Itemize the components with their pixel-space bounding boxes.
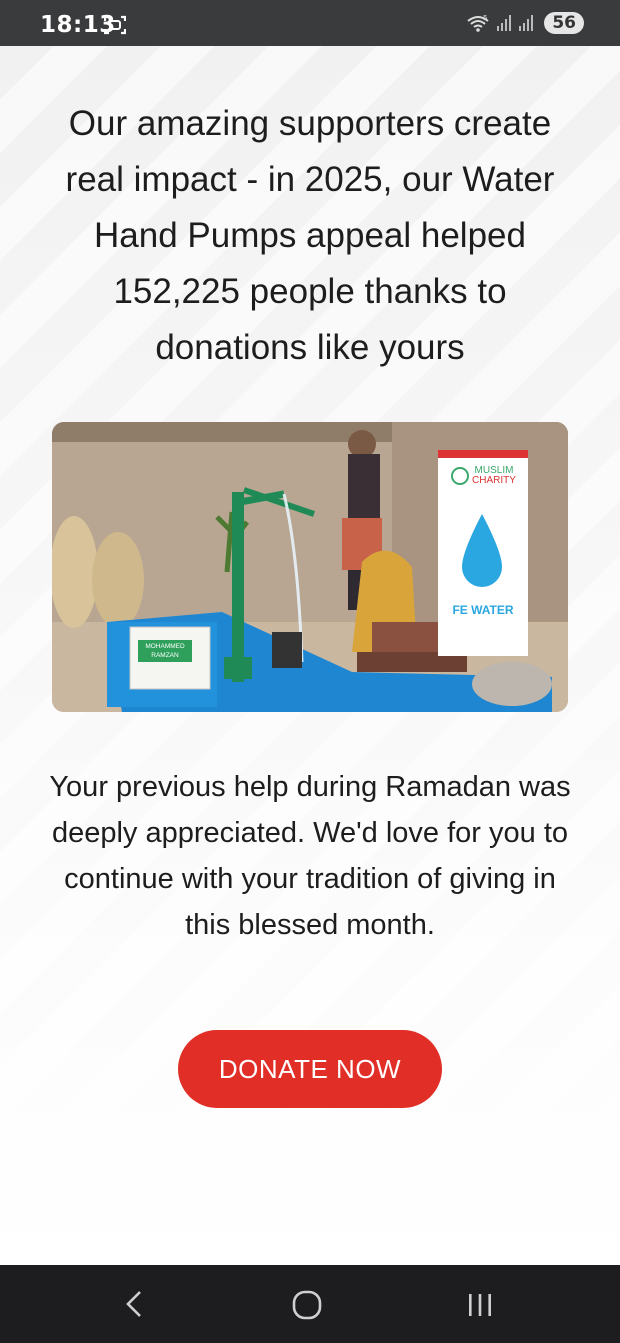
home-icon[interactable] xyxy=(292,1290,322,1320)
recents-icon[interactable] xyxy=(466,1291,494,1319)
hand-pump-photo: MOHAMMED RAMZAN MUSLIM CHARITY FE WATER xyxy=(52,422,568,712)
signal-icon xyxy=(519,15,534,31)
svg-text:5: 5 xyxy=(483,14,487,22)
body-text: Your previous help during Ramadan was de… xyxy=(49,771,571,941)
wifi-icon: 5 xyxy=(467,14,489,32)
hero-photo: MOHAMMED RAMZAN MUSLIM CHARITY FE WATER xyxy=(52,422,568,712)
banner-brand-line2: CHARITY xyxy=(472,475,516,486)
signal-icon xyxy=(497,15,512,31)
status-icons: 5 56 xyxy=(466,10,584,36)
plaque-line2: RAMZAN xyxy=(151,652,179,659)
navigation-bar xyxy=(0,1265,620,1343)
donate-now-button[interactable]: DONATE NOW xyxy=(178,1030,442,1108)
back-icon[interactable] xyxy=(122,1289,146,1319)
battery-indicator: 56 xyxy=(544,12,584,34)
screenshot-icon xyxy=(104,15,126,35)
headline: Our amazing supporters create real impac… xyxy=(65,104,555,367)
banner-caption: FE WATER xyxy=(452,603,513,617)
plaque-line1: MOHAMMED xyxy=(145,643,185,650)
main-content: Our amazing supporters create real impac… xyxy=(0,46,620,1265)
status-bar: 18:13 5 56 xyxy=(0,0,620,46)
